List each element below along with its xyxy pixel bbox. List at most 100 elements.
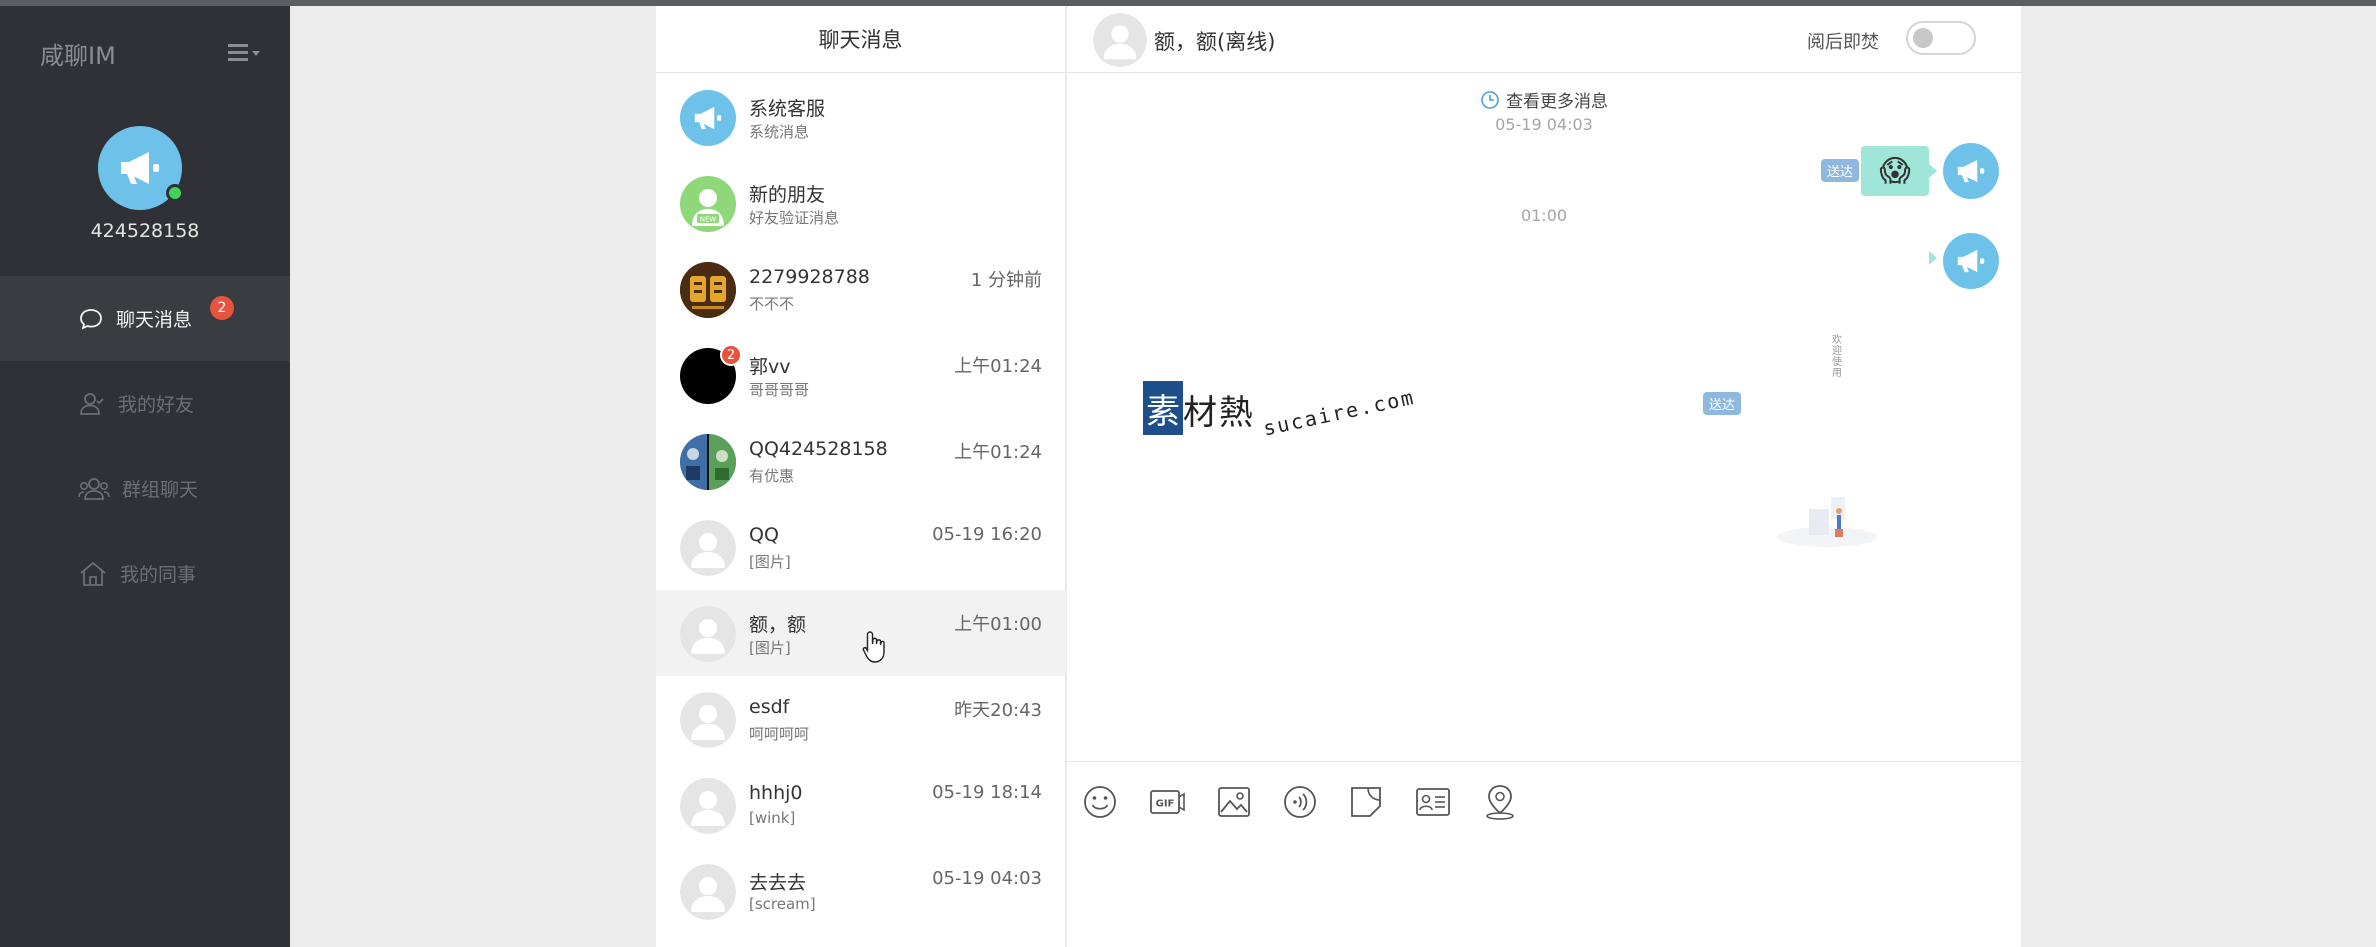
conversation-name: 新的朋友 xyxy=(749,184,826,206)
menu-toggle-button[interactable] xyxy=(228,42,262,64)
megaphone-icon xyxy=(121,152,159,184)
conversation-item[interactable]: esdf 呵呵呵呵 昨天20:43 xyxy=(656,676,1066,762)
conversation-avatar xyxy=(680,262,736,318)
conversation-item[interactable]: NEW 新的朋友 好友验证消息 xyxy=(656,160,1066,246)
photo-avatar-icon xyxy=(680,434,736,490)
conversation-name: 2279928788 xyxy=(749,266,870,288)
conversation-last-message: [图片] xyxy=(749,553,791,571)
conversation-name: 去去去 xyxy=(749,872,807,894)
user-id: 424528158 xyxy=(90,220,200,242)
conversation-time: 05-19 16:20 xyxy=(932,524,1042,545)
message-area: 查看更多消息 05-19 04:03 送达 😱 01:00 欢迎使用 送达 素 … xyxy=(1067,73,2021,761)
self-avatar[interactable] xyxy=(1943,233,1999,289)
welcome-illustration[interactable] xyxy=(1769,493,1879,549)
user-avatar[interactable] xyxy=(98,126,184,210)
megaphone-icon xyxy=(694,106,722,130)
self-avatar[interactable] xyxy=(1943,143,1999,199)
conversation-time: 上午01:00 xyxy=(954,614,1042,635)
brand-logo-icon xyxy=(680,262,736,318)
conversation-list-title: 聊天消息 xyxy=(656,6,1065,73)
gif-icon: GIF xyxy=(1150,790,1185,814)
conversation-last-message: 系统消息 xyxy=(749,123,810,141)
conversation-time: 05-19 04:03 xyxy=(932,868,1042,889)
conversation-last-message: 好友验证消息 xyxy=(749,209,840,227)
contact-avatar[interactable] xyxy=(1093,13,1147,67)
chat-window: 额，额(离线) 阅后即焚 查看更多消息 05-19 04:03 送达 😱 01:… xyxy=(1067,6,2021,947)
nav-item-colleagues[interactable]: 我的同事 xyxy=(0,531,290,616)
conversation-avatar xyxy=(680,692,736,748)
online-status-dot xyxy=(166,184,184,202)
conversation-time: 昨天20:43 xyxy=(954,700,1042,721)
conversation-last-message: [wink] xyxy=(749,809,796,827)
load-more-messages-link[interactable]: 查看更多消息 xyxy=(1067,87,2021,112)
conversation-avatar: NEW xyxy=(680,176,736,232)
megaphone-icon xyxy=(1957,159,1985,183)
nav-item-friends[interactable]: 我的好友 xyxy=(0,361,290,446)
app-brand: 咸聊IM xyxy=(40,42,116,70)
conversation-last-message: 呵呵呵呵 xyxy=(749,725,810,743)
contact-card-button[interactable] xyxy=(1413,782,1453,822)
conversation-item[interactable]: 2279928788 不不不 1 分钟前 xyxy=(656,246,1066,332)
hamburger-icon-bar xyxy=(228,58,248,61)
conversation-item[interactable]: 2 郭vv 哥哥哥哥 上午01:24 xyxy=(656,332,1066,418)
default-avatar-icon xyxy=(680,520,736,576)
conversation-item[interactable]: 去去去 [scream] 05-19 04:03 xyxy=(656,848,1066,934)
conversation-item-active[interactable]: 额，额 [图片] 上午01:00 xyxy=(656,590,1066,676)
conversation-name: hhhj0 xyxy=(749,782,803,804)
conversation-avatar xyxy=(680,778,736,834)
gif-button[interactable]: GIF xyxy=(1147,782,1187,822)
conversation-item[interactable]: QQ [图片] 05-19 16:20 xyxy=(656,504,1066,590)
conversation-avatar xyxy=(680,864,736,920)
conversation-avatar xyxy=(680,434,736,490)
watermark-domain: sucaire.com xyxy=(1261,384,1418,441)
sidebar: 咸聊IM 424528158 聊天消息 2 我的好友 群组聊天 我的同事 xyxy=(0,6,290,947)
default-avatar-icon xyxy=(680,864,736,920)
location-icon xyxy=(1486,785,1514,820)
caret-down-icon xyxy=(252,51,260,56)
sidebar-nav: 聊天消息 2 我的好友 群组聊天 我的同事 xyxy=(0,276,290,616)
file-icon xyxy=(1351,787,1381,817)
image-icon xyxy=(1218,787,1250,817)
watermark-text: 材熱 xyxy=(1183,393,1255,433)
nav-item-label: 群组聊天 xyxy=(122,479,199,501)
conversation-avatar xyxy=(680,90,736,146)
file-button[interactable] xyxy=(1346,782,1386,822)
conversation-list: 聊天消息 系统客服 系统消息 NEW 新的朋友 好友验证消息 227992878… xyxy=(656,6,1066,947)
voice-button[interactable] xyxy=(1280,782,1320,822)
conversation-item[interactable]: 系统客服 系统消息 xyxy=(656,74,1066,160)
conversation-last-message: 不不不 xyxy=(749,295,795,313)
delivered-status: 送达 xyxy=(1821,159,1860,182)
delivered-status: 送达 xyxy=(1703,392,1742,415)
scream-emoji: 😱 xyxy=(1879,153,1911,189)
image-message-caption: 欢迎使用 xyxy=(1832,335,1842,379)
conversation-item[interactable]: hhhj0 [wink] 05-19 18:14 xyxy=(656,762,1066,848)
conversation-time: 05-19 18:14 xyxy=(932,782,1042,803)
conversation-name: QQ424528158 xyxy=(749,438,888,460)
conversation-avatar xyxy=(680,606,736,662)
chat-bubble-icon xyxy=(80,308,102,330)
hand-cursor-icon xyxy=(862,631,885,663)
load-more-label: 查看更多消息 xyxy=(1506,92,1608,112)
card-icon xyxy=(1416,788,1450,816)
nav-item-chat[interactable]: 聊天消息 2 xyxy=(0,276,290,361)
default-avatar-icon xyxy=(680,778,736,834)
megaphone-icon xyxy=(1957,249,1985,273)
conversation-item[interactable]: QQ424528158 有优惠 上午01:24 xyxy=(656,418,1066,504)
message-bubble-emoji[interactable]: 😱 xyxy=(1861,146,1929,196)
emoji-button[interactable] xyxy=(1080,782,1120,822)
conversation-name: esdf xyxy=(749,696,790,718)
message-timestamp: 01:00 xyxy=(1520,206,1568,225)
nav-item-label: 我的同事 xyxy=(120,564,197,586)
chat-header: 额，额(离线) 阅后即焚 xyxy=(1067,6,2021,73)
burn-after-read-toggle[interactable] xyxy=(1906,21,1976,55)
nav-item-groups[interactable]: 群组聊天 xyxy=(0,446,290,531)
location-button[interactable] xyxy=(1480,782,1520,822)
nav-item-label: 我的好友 xyxy=(118,394,195,416)
default-avatar-icon xyxy=(1093,13,1147,67)
toggle-knob xyxy=(1913,28,1933,48)
watermark-mark: 素 xyxy=(1143,381,1183,435)
conversation-name: 郭vv xyxy=(749,356,791,378)
hamburger-icon-bar xyxy=(228,51,248,54)
image-button[interactable] xyxy=(1214,782,1254,822)
conversation-last-message: 有优惠 xyxy=(749,467,795,485)
